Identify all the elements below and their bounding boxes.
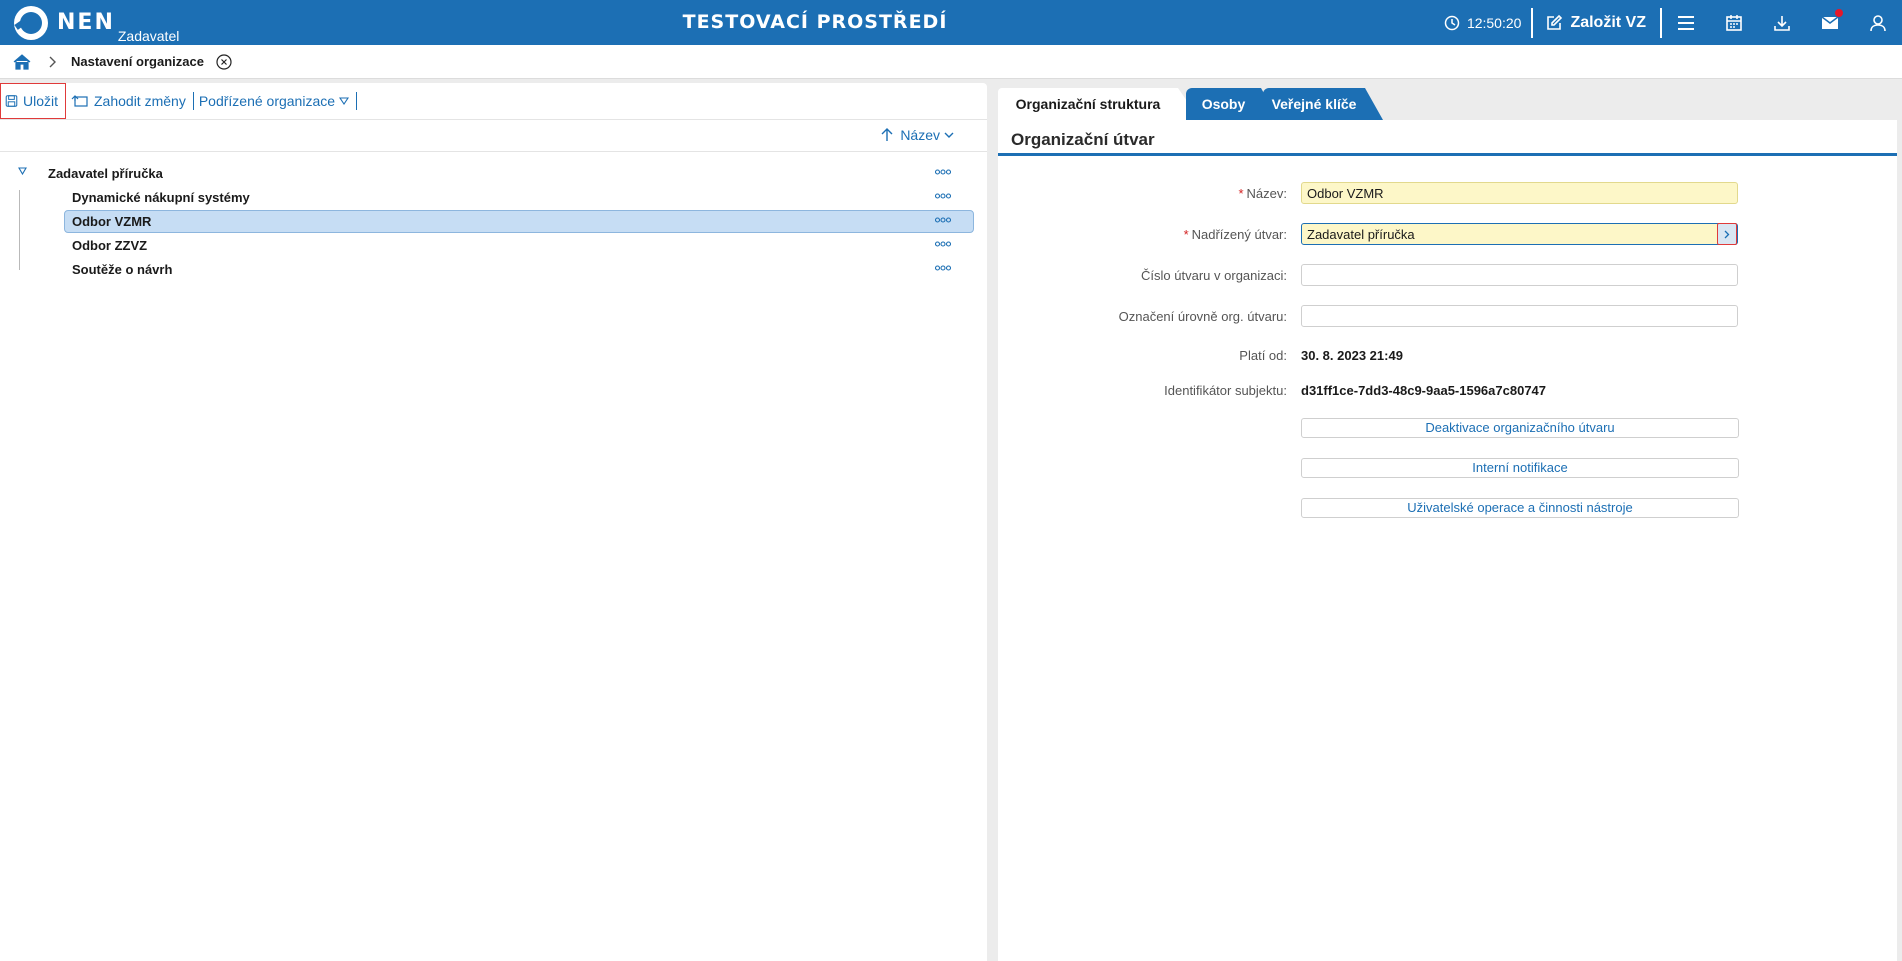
download-icon xyxy=(1774,15,1790,31)
close-icon[interactable] xyxy=(216,53,232,70)
discard-label: Zahodit změny xyxy=(94,93,186,109)
notification-dot xyxy=(1835,9,1843,17)
more-options-icon[interactable] xyxy=(935,169,951,175)
tree-node-label: Odbor VZMR xyxy=(72,213,152,229)
subordinate-orgs-label: Podřízené organizace xyxy=(198,93,336,109)
field-subject-id: Identifikátor subjektu: d31ff1ce-7dd3-48… xyxy=(998,379,1897,401)
org-unit-form: Organizační útvar * Název: Odbor VZMR * Na… xyxy=(998,120,1897,961)
field-name: * Název: Odbor VZMR xyxy=(998,182,1897,204)
lookup-button[interactable] xyxy=(1717,223,1737,245)
mail-icon xyxy=(1821,15,1839,29)
more-options-icon[interactable] xyxy=(935,241,951,247)
triangle-down-icon xyxy=(339,97,350,105)
organization-tree: Zadavatel příručka Dynamické nákupní sys… xyxy=(0,152,987,281)
tree-node[interactable]: Odbor ZZVZ xyxy=(0,233,987,257)
environment-title: TESTOVACÍ PROSTŘEDÍ xyxy=(682,11,948,33)
more-options-icon[interactable] xyxy=(935,217,951,223)
deactivate-unit-button[interactable]: Deaktivace organizačního útvaru xyxy=(1301,418,1739,438)
tab-organizational-structure[interactable]: Organizační struktura xyxy=(998,88,1200,120)
tree-node[interactable]: Dynamické nákupní systémy xyxy=(0,185,987,209)
required-mark: * xyxy=(1183,227,1189,242)
clock-time: 12:50:20 xyxy=(1466,14,1522,31)
tree-node-root[interactable]: Zadavatel příručka xyxy=(0,161,987,185)
unit-level-input[interactable] xyxy=(1301,305,1738,327)
field-unit-level: Označení úrovně org. útvaru: xyxy=(998,305,1897,327)
top-bar: NEN Zadavatel TESTOVACÍ PROSTŘEDÍ 12:50:… xyxy=(0,0,1902,45)
tree-node-label: Zadavatel příručka xyxy=(48,165,163,181)
unit-number-input[interactable] xyxy=(1301,264,1738,286)
calendar-icon xyxy=(1726,14,1742,31)
parent-unit-value: Zadavatel příručka xyxy=(1307,227,1415,242)
divider xyxy=(356,92,358,110)
menu-button[interactable] xyxy=(1662,0,1710,45)
discard-changes-button[interactable]: Zahodit změny xyxy=(66,83,193,120)
user-icon xyxy=(1870,14,1886,31)
name-label: Název: xyxy=(1246,186,1287,201)
parent-unit-input[interactable]: Zadavatel příručka xyxy=(1301,223,1738,245)
download-button[interactable] xyxy=(1758,0,1806,45)
subject-id-value: d31ff1ce-7dd3-48c9-9aa5-1596a7c80747 xyxy=(1301,383,1547,398)
unit-level-label: Označení úrovně org. útvaru: xyxy=(1118,309,1287,324)
valid-from-label: Platí od: xyxy=(1239,348,1287,363)
tree-node[interactable]: Soutěže o návrh xyxy=(0,257,987,281)
name-input[interactable]: Odbor VZMR xyxy=(1301,182,1738,204)
home-button[interactable] xyxy=(13,53,31,71)
detail-panel: Organizační struktura Osoby Veřejné klíč… xyxy=(998,88,1902,961)
organization-tree-panel: Uložit Zahodit změny Podřízené organizac… xyxy=(0,83,987,961)
selection-highlight xyxy=(64,210,974,233)
subject-id-label: Identifikátor subjektu: xyxy=(1164,383,1287,398)
tab-persons[interactable]: Osoby xyxy=(1186,88,1279,120)
required-mark: * xyxy=(1238,186,1244,201)
breadcrumb: Nastavení organizace xyxy=(0,45,1902,79)
tree-toolbar: Uložit Zahodit změny Podřízené organizac… xyxy=(0,83,987,120)
messages-button[interactable] xyxy=(1806,0,1854,45)
subordinate-orgs-dropdown[interactable]: Podřízené organizace xyxy=(194,83,356,120)
save-label: Uložit xyxy=(22,93,58,109)
more-options-icon[interactable] xyxy=(935,193,951,199)
save-button[interactable]: Uložit xyxy=(0,83,66,119)
field-valid-from: Platí od: 30. 8. 2023 21:49 xyxy=(998,344,1897,366)
tree-node-selected[interactable]: Odbor VZMR xyxy=(0,209,987,233)
clock-icon xyxy=(1444,15,1460,30)
tree-node-label: Dynamické nákupní systémy xyxy=(72,189,250,205)
chevron-right-icon xyxy=(49,56,56,67)
discard-icon xyxy=(71,95,88,107)
breadcrumb-current: Nastavení organizace xyxy=(71,54,204,69)
detail-tabs: Organizační struktura Osoby Veřejné klíč… xyxy=(998,88,1902,120)
menu-icon xyxy=(1678,15,1694,30)
edit-icon xyxy=(1547,14,1563,30)
tree-node-label: Odbor ZZVZ xyxy=(72,237,148,253)
unit-number-label: Číslo útvaru v organizaci: xyxy=(1141,268,1287,283)
more-options-icon[interactable] xyxy=(935,265,951,271)
collapse-triangle-icon[interactable] xyxy=(18,167,27,175)
field-parent-unit: * Nadřízený útvar: Zadavatel příručka xyxy=(998,223,1897,245)
parent-unit-label: Nadřízený útvar: xyxy=(1191,227,1287,242)
field-unit-number: Číslo útvaru v organizaci: xyxy=(998,264,1897,286)
chevron-right-icon xyxy=(1724,230,1730,238)
sort-by-dropdown[interactable]: Název xyxy=(900,127,954,143)
calendar-button[interactable] xyxy=(1710,0,1758,45)
user-button[interactable] xyxy=(1854,0,1902,45)
tab-public-keys[interactable]: Veřejné klíče xyxy=(1263,88,1383,120)
sort-by-label: Název xyxy=(900,127,940,143)
tree-node-label: Soutěže o návrh xyxy=(72,261,173,277)
arrow-up-icon[interactable] xyxy=(881,128,893,142)
internal-notifications-button[interactable]: Interní notifikace xyxy=(1301,458,1739,478)
sort-bar: Název xyxy=(0,120,987,152)
create-contract-label: Založit VZ xyxy=(1570,13,1646,31)
session-clock: 12:50:20 xyxy=(1444,15,1532,31)
section-title: Organizační útvar xyxy=(998,120,1897,156)
field-label: * Název: xyxy=(1238,186,1287,201)
valid-from-value: 30. 8. 2023 21:49 xyxy=(1301,348,1403,363)
chevron-down-icon xyxy=(944,132,954,138)
save-icon xyxy=(5,95,18,107)
home-icon xyxy=(13,53,31,70)
field-label: * Nadřízený útvar: xyxy=(1184,227,1287,242)
create-contract-button[interactable]: Založit VZ xyxy=(1533,14,1660,32)
user-operations-button[interactable]: Uživatelské operace a činnosti nástroje xyxy=(1301,498,1739,518)
